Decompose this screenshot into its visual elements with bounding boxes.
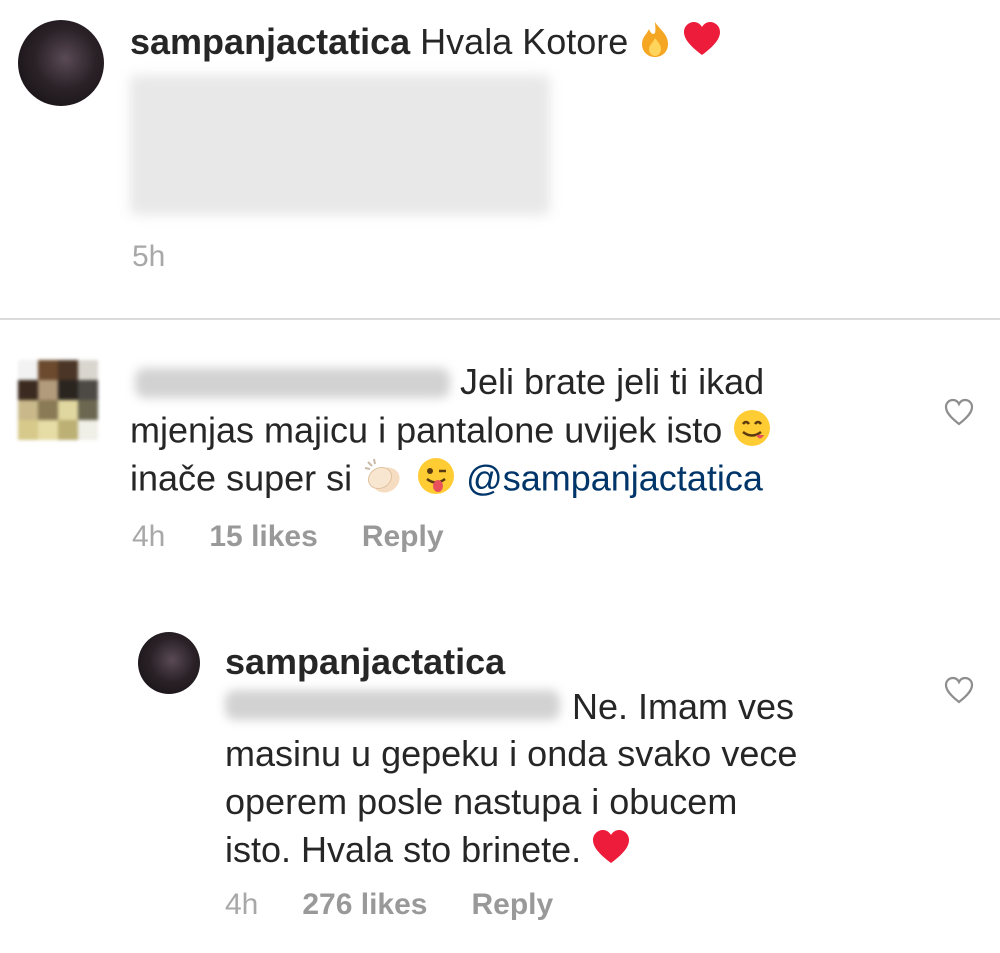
avatar[interactable]	[18, 20, 104, 106]
likes-count[interactable]: 276 likes	[302, 888, 427, 922]
red-heart-emoji	[682, 21, 722, 67]
blurred-username	[135, 368, 450, 398]
comment-text: Hvala Kotore	[420, 21, 629, 62]
comment-2-line-2: mjenjas majicu i pantalone uvijek isto	[130, 408, 772, 458]
clapping-hands-emoji	[362, 456, 406, 506]
fire-emoji	[638, 20, 672, 68]
comment-3-line-1: Ne. Imam ves	[572, 686, 795, 727]
comment-2-line-3: inače super si @sampanjactatica	[130, 456, 763, 506]
comment-text: mjenjas majicu i pantalone uvijek isto	[130, 409, 723, 451]
reply-button[interactable]: Reply	[472, 888, 554, 922]
red-heart-emoji	[591, 829, 631, 875]
username[interactable]: sampanjactatica	[225, 640, 505, 684]
comment-3-line-4: isto. Hvala sto brinete.	[225, 828, 631, 875]
comment-3-line-2: masinu u gepeku i onda svako vece	[225, 733, 798, 774]
like-heart-icon[interactable]	[944, 398, 974, 426]
mention-link[interactable]: @sampanjactatica	[466, 458, 763, 499]
winking-tongue-emoji	[416, 456, 456, 506]
comment-time: 4h	[225, 888, 259, 921]
yum-face-emoji	[732, 408, 772, 458]
avatar[interactable]	[138, 632, 200, 694]
comment-1-header: sampanjactatica Hvala Kotore	[130, 20, 722, 68]
blurred-attachment	[130, 75, 550, 215]
comment-time: 5h	[132, 240, 166, 273]
comment-3-line-3: operem posle nastupa i obucem	[225, 781, 738, 822]
like-heart-icon[interactable]	[944, 676, 974, 704]
likes-count[interactable]: 15 likes	[209, 520, 317, 554]
comment-3-actions: 4h 276 likes Reply	[225, 888, 553, 922]
avatar-pixelated[interactable]	[18, 360, 98, 440]
divider	[0, 318, 1000, 320]
comment-2-actions: 4h 15 likes Reply	[132, 520, 444, 554]
comment-text: inače super si	[130, 457, 353, 499]
comment-2-line-1: Jeli brate jeli ti ikad	[460, 361, 765, 402]
username[interactable]: sampanjactatica	[130, 21, 410, 62]
comment-text: isto. Hvala sto brinete.	[225, 829, 582, 870]
reply-button[interactable]: Reply	[362, 520, 444, 554]
comment-time: 4h	[132, 520, 166, 553]
blurred-username	[225, 690, 560, 720]
